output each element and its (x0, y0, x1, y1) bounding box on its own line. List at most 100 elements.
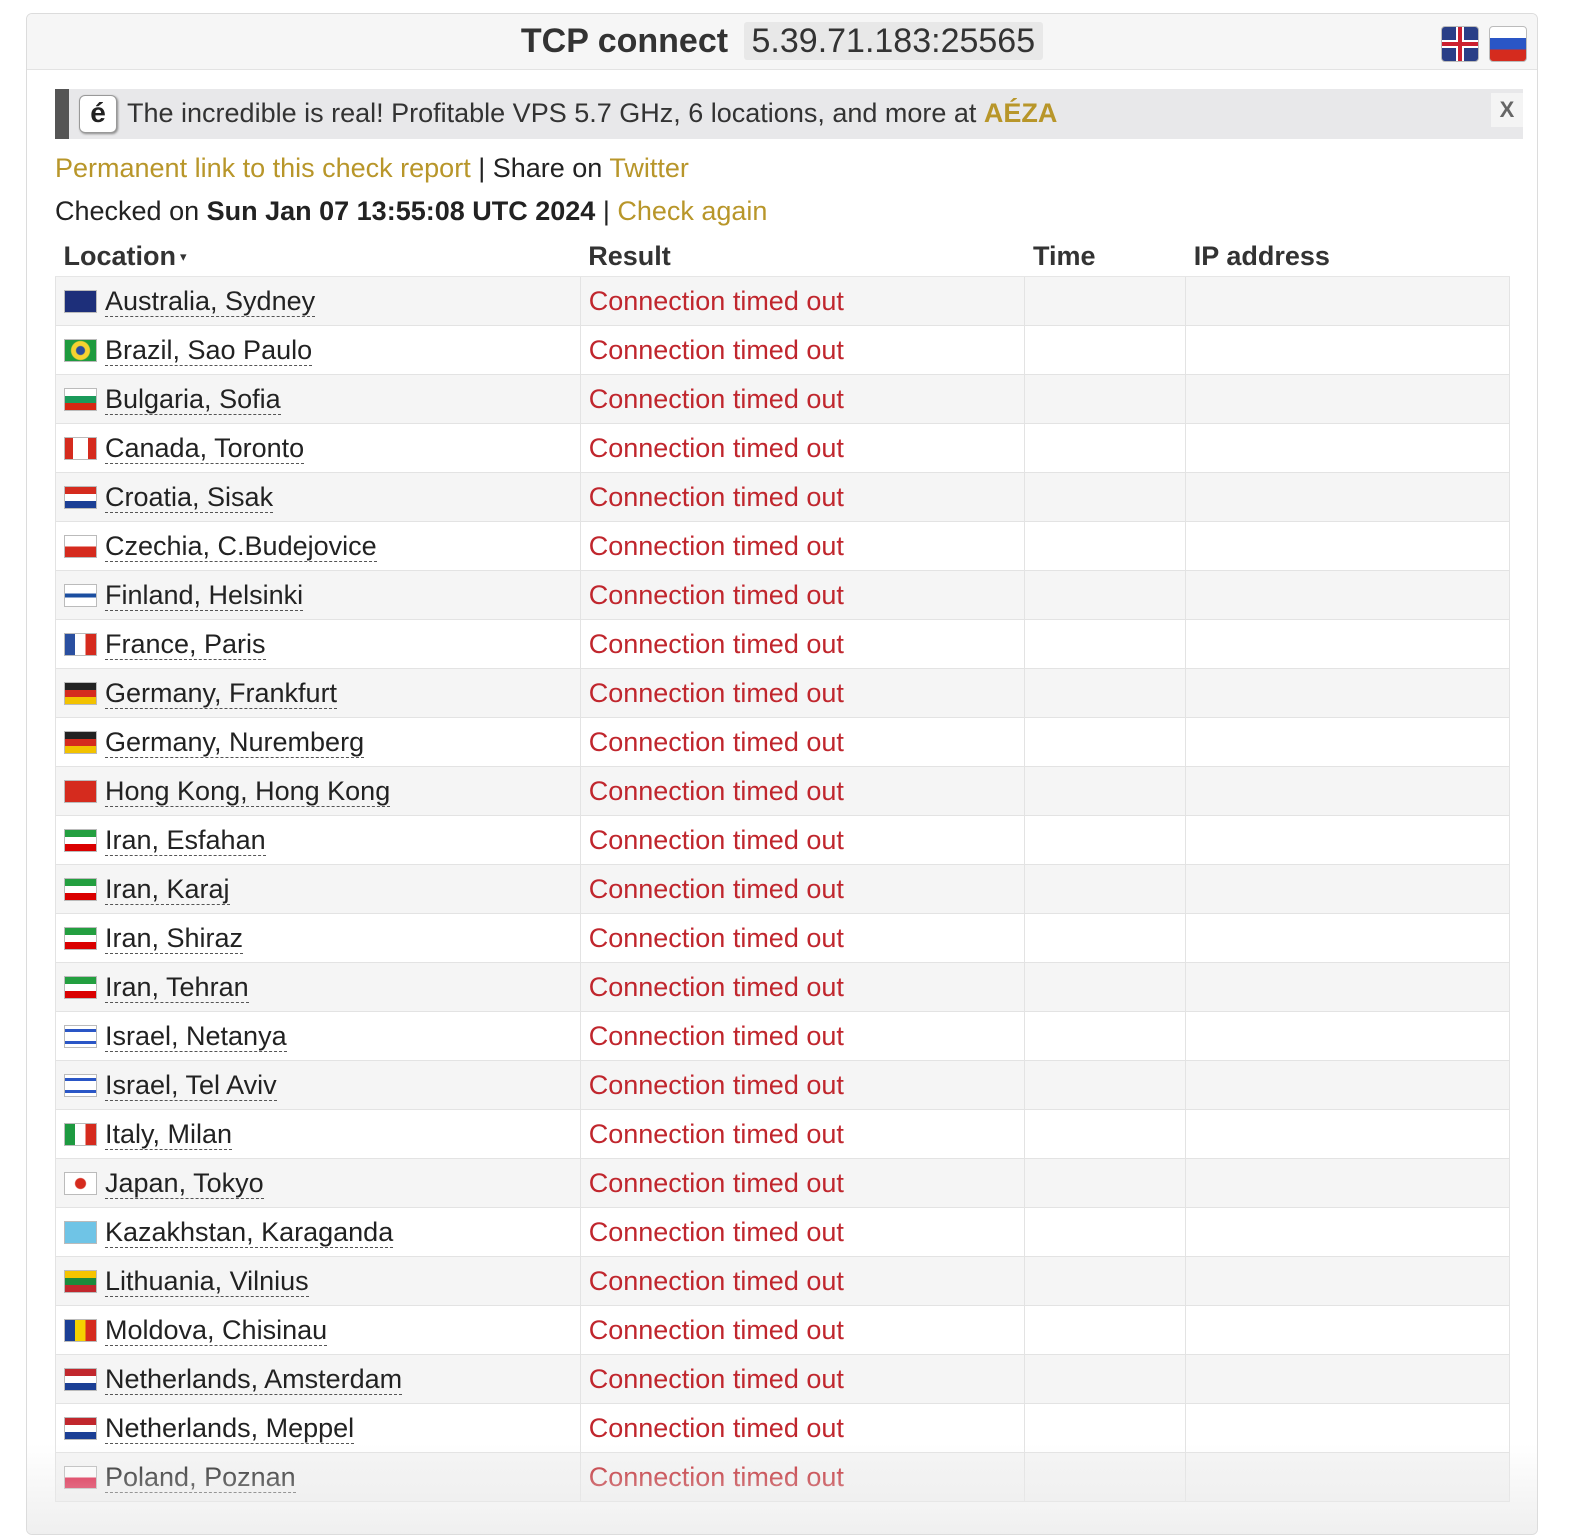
hk-flag-icon (64, 780, 97, 803)
title-bar: TCP connect 5.39.71.183:25565 (27, 14, 1537, 70)
time-cell (1024, 619, 1187, 669)
location-link[interactable]: Iran, Shiraz (105, 923, 244, 954)
ip-cell (1185, 472, 1510, 522)
result-text: Connection timed out (588, 482, 844, 512)
time-cell (1024, 717, 1187, 767)
table-row: Poland, Poznan Connection timed out (55, 1452, 1510, 1502)
location-link[interactable]: Iran, Esfahan (105, 825, 266, 856)
location-cell: Finland, Helsinki (55, 570, 581, 620)
location-cell: Netherlands, Meppel (55, 1403, 581, 1453)
checked-label: Checked on (55, 196, 207, 226)
au-flag-icon (64, 290, 97, 313)
location-link[interactable]: Netherlands, Amsterdam (105, 1364, 403, 1395)
permanent-link[interactable]: Permanent link to this check report (55, 153, 471, 183)
table-row: Japan, Tokyo Connection timed out (55, 1158, 1510, 1208)
nl-flag-icon (64, 1417, 97, 1440)
location-link[interactable]: Israel, Netanya (105, 1021, 287, 1052)
location-cell: Croatia, Sisak (55, 472, 581, 522)
result-cell: Connection timed out (579, 1158, 1026, 1208)
ip-cell (1185, 864, 1510, 914)
location-link[interactable]: Czechia, C.Budejovice (105, 531, 377, 562)
ip-cell (1185, 570, 1510, 620)
ip-cell (1185, 276, 1510, 326)
result-cell: Connection timed out (579, 276, 1026, 326)
location-link[interactable]: Iran, Karaj (105, 874, 230, 905)
column-label: Location (63, 240, 177, 271)
location-cell: Hong Kong, Hong Kong (55, 766, 581, 816)
table-row: Iran, Karaj Connection timed out (55, 864, 1510, 914)
time-cell (1024, 325, 1187, 375)
time-cell (1024, 1354, 1187, 1404)
result-cell: Connection timed out (579, 1207, 1026, 1257)
table-row: Iran, Esfahan Connection timed out (55, 815, 1510, 865)
time-cell (1024, 1109, 1187, 1159)
location-link[interactable]: Germany, Frankfurt (105, 678, 338, 709)
location-link[interactable]: Canada, Toronto (105, 433, 305, 464)
location-link[interactable]: Bulgaria, Sofia (105, 384, 281, 415)
location-link[interactable]: Japan, Tokyo (105, 1168, 264, 1199)
location-link[interactable]: Kazakhstan, Karaganda (105, 1217, 394, 1248)
il-flag-icon (64, 1025, 97, 1048)
md-flag-icon (64, 1319, 97, 1342)
result-cell: Connection timed out (579, 864, 1026, 914)
table-row: Czechia, C.Budejovice Connection timed ou… (55, 521, 1510, 571)
sort-arrow-icon[interactable]: ▾ (180, 249, 187, 264)
share-label: Share on (492, 153, 610, 183)
result-text: Connection timed out (588, 727, 844, 757)
column-header-location[interactable]: Location ▾ (55, 236, 581, 277)
ip-cell (1185, 325, 1510, 375)
bg-flag-icon (64, 388, 97, 411)
location-link[interactable]: Australia, Sydney (105, 286, 316, 317)
aeza-logo-icon: é (79, 95, 117, 133)
result-cell: Connection timed out (579, 423, 1026, 473)
de-flag-icon (64, 731, 97, 754)
location-link[interactable]: Poland, Poznan (105, 1462, 296, 1493)
location-link[interactable]: Israel, Tel Aviv (105, 1070, 277, 1101)
il-flag-icon (64, 1074, 97, 1097)
uk-flag-icon[interactable] (1441, 26, 1479, 62)
ip-cell (1185, 1011, 1510, 1061)
result-cell: Connection timed out (579, 521, 1026, 571)
check-again-link[interactable]: Check again (617, 196, 767, 226)
ip-cell (1185, 1207, 1510, 1257)
russia-flag-icon[interactable] (1489, 26, 1527, 62)
location-cell: Iran, Shiraz (55, 913, 581, 963)
de-flag-icon (64, 682, 97, 705)
ir-flag-icon (64, 878, 97, 901)
separator: | (470, 153, 493, 183)
result-text: Connection timed out (588, 1462, 844, 1492)
location-link[interactable]: Brazil, Sao Paulo (105, 335, 313, 366)
location-cell: Israel, Netanya (55, 1011, 581, 1061)
banner-link[interactable]: AÉZA (984, 98, 1058, 128)
twitter-link[interactable]: Twitter (609, 153, 689, 183)
result-cell: Connection timed out (579, 815, 1026, 865)
result-text: Connection timed out (588, 1413, 844, 1443)
banner-close-button[interactable]: X (1491, 93, 1523, 127)
location-cell: Czechia, C.Budejovice (55, 521, 581, 571)
result-text: Connection timed out (588, 1021, 844, 1051)
cz-flag-icon (64, 535, 97, 558)
result-text: Connection timed out (588, 1217, 844, 1247)
result-cell: Connection timed out (579, 472, 1026, 522)
location-link[interactable]: Moldova, Chisinau (105, 1315, 328, 1346)
column-header-time: Time (1024, 236, 1186, 277)
location-cell: Iran, Tehran (55, 962, 581, 1012)
time-cell (1024, 423, 1187, 473)
result-cell: Connection timed out (579, 374, 1026, 424)
location-link[interactable]: Hong Kong, Hong Kong (105, 776, 391, 807)
table-row: Finland, Helsinki Connection timed out (55, 570, 1510, 620)
location-link[interactable]: Finland, Helsinki (105, 580, 304, 611)
location-link[interactable]: Lithuania, Vilnius (105, 1266, 309, 1297)
location-link[interactable]: Germany, Nuremberg (105, 727, 365, 758)
result-text: Connection timed out (588, 580, 844, 610)
location-link[interactable]: Italy, Milan (105, 1119, 233, 1150)
ip-cell (1185, 619, 1510, 669)
result-cell: Connection timed out (579, 1305, 1026, 1355)
result-text: Connection timed out (588, 874, 844, 904)
location-link[interactable]: Iran, Tehran (105, 972, 249, 1003)
result-cell: Connection timed out (579, 668, 1026, 718)
location-link[interactable]: Netherlands, Meppel (105, 1413, 355, 1444)
location-link[interactable]: Croatia, Sisak (105, 482, 274, 513)
location-link[interactable]: France, Paris (105, 629, 266, 660)
ip-cell (1185, 374, 1510, 424)
